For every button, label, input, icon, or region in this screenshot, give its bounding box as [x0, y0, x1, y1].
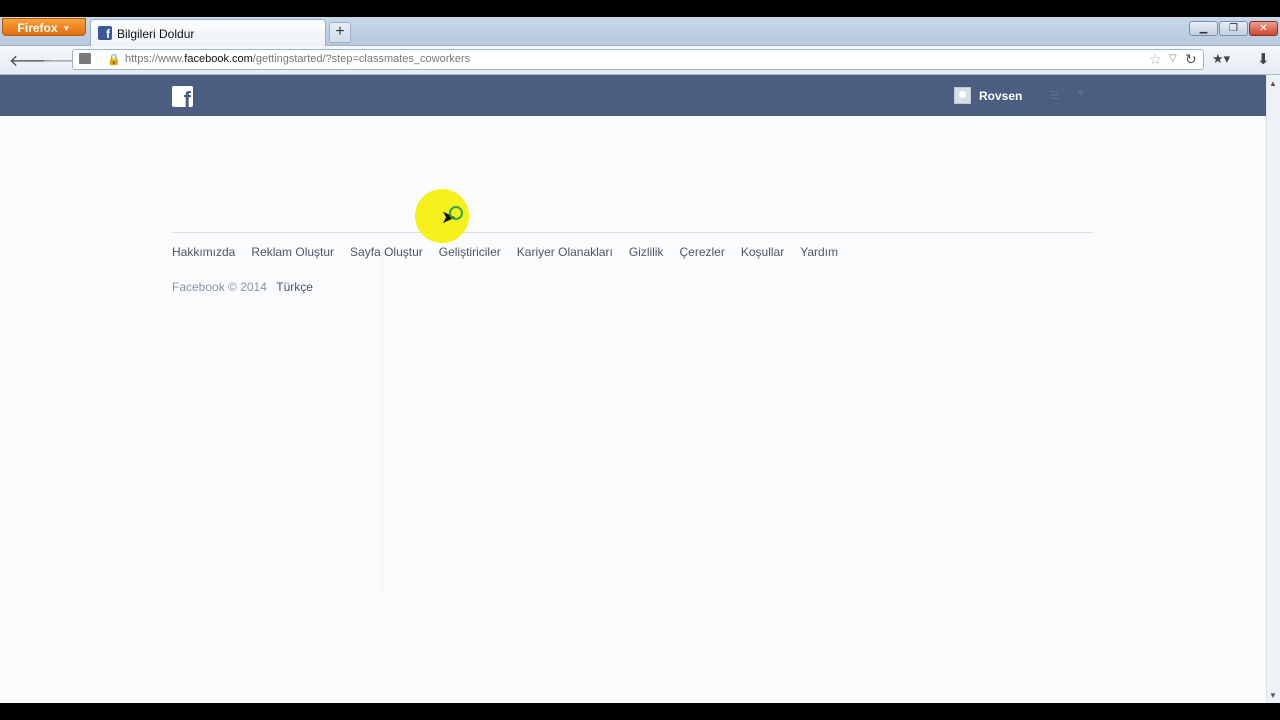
footer-link-about[interactable]: Hakkımızda: [172, 245, 235, 259]
chevron-down-icon[interactable]: ▾: [1078, 88, 1083, 99]
reload-icon[interactable]: ↻: [1185, 51, 1197, 68]
chevron-down-icon: ▼: [62, 24, 71, 33]
footer-link-create-page[interactable]: Sayfa Oluştur: [350, 245, 423, 259]
bookmarks-icon[interactable]: ★▾: [1212, 51, 1230, 67]
url-path: /gettingstarted/?step=classmates_coworke…: [252, 53, 471, 65]
lock-icon: 🔒: [107, 54, 121, 66]
footer-link-help[interactable]: Yardım: [800, 245, 838, 259]
footer-link-terms[interactable]: Koşullar: [741, 245, 784, 259]
footer-link-create-ad[interactable]: Reklam Oluştur: [251, 245, 334, 259]
footer-link-careers[interactable]: Kariyer Olanakları: [517, 245, 613, 259]
url-text[interactable]: https://www.facebook.com/gettingstarted/…: [125, 53, 470, 65]
footer-link-cookies[interactable]: Çerezler: [679, 245, 724, 259]
star-icon[interactable]: ☆: [1149, 51, 1162, 68]
url-bar[interactable]: 🔒 https://www.facebook.com/gettingstarte…: [72, 49, 1204, 70]
firefox-button-label: Firefox: [17, 21, 58, 35]
minimize-button[interactable]: ▁: [1189, 21, 1218, 36]
close-window-button[interactable]: ✕: [1249, 21, 1278, 36]
facebook-favicon-icon: f: [98, 26, 112, 40]
facebook-logo-icon[interactable]: f: [172, 86, 193, 107]
url-domain: facebook.com: [184, 53, 253, 65]
download-icon[interactable]: ⬇: [1257, 50, 1270, 68]
tab-active[interactable]: f Bilgileri Doldur: [90, 19, 326, 46]
navigation-bar: 🡐 🡒 🔒 https://www.facebook.com/gettingst…: [0, 46, 1280, 75]
scroll-down-icon[interactable]: ▼: [1269, 691, 1277, 700]
page-content: f Rovsen ☰ ▾ Hakkımızda Reklam Oluştur Say…: [0, 75, 1266, 703]
footer-link-privacy[interactable]: Gizlilik: [629, 245, 664, 259]
firefox-menu-button[interactable]: Firefox ▼: [2, 18, 86, 36]
scrollbar[interactable]: ▲ ▼: [1266, 75, 1280, 703]
tab-title: Bilgileri Doldur: [117, 27, 195, 41]
faint-column-divider: [382, 245, 383, 595]
copyright-text: Facebook © 2014 Türkçe: [172, 280, 313, 294]
history-dropdown-icon[interactable]: ▽: [1169, 53, 1177, 64]
loading-spinner-icon: [449, 206, 463, 220]
restore-button[interactable]: ❐: [1219, 21, 1248, 36]
footer-divider: [172, 232, 1093, 233]
browser-window: Firefox ▼ f Bilgileri Doldur + ▁ ❐ ✕ 🡐 🡒 …: [0, 17, 1280, 703]
facebook-header: f Rovsen ☰ ▾: [0, 75, 1266, 116]
footer-links: Hakkımızda Reklam Oluştur Sayfa Oluştur Gel…: [172, 245, 854, 259]
scroll-up-icon[interactable]: ▲: [1269, 79, 1277, 88]
user-name-link[interactable]: Rovsen: [979, 89, 1022, 103]
tab-strip: Firefox ▼ f Bilgileri Doldur + ▁ ❐ ✕: [0, 17, 1280, 46]
language-link[interactable]: Türkçe: [276, 280, 313, 294]
url-prefix: https://www.: [125, 53, 185, 65]
copyright-label: Facebook © 2014: [172, 280, 267, 294]
site-identity-icon[interactable]: [79, 53, 91, 64]
footer-link-developers[interactable]: Geliştiriciler: [439, 245, 501, 259]
settings-icon[interactable]: ☰: [1050, 89, 1060, 102]
new-tab-button[interactable]: +: [329, 22, 351, 43]
avatar[interactable]: [954, 87, 971, 104]
